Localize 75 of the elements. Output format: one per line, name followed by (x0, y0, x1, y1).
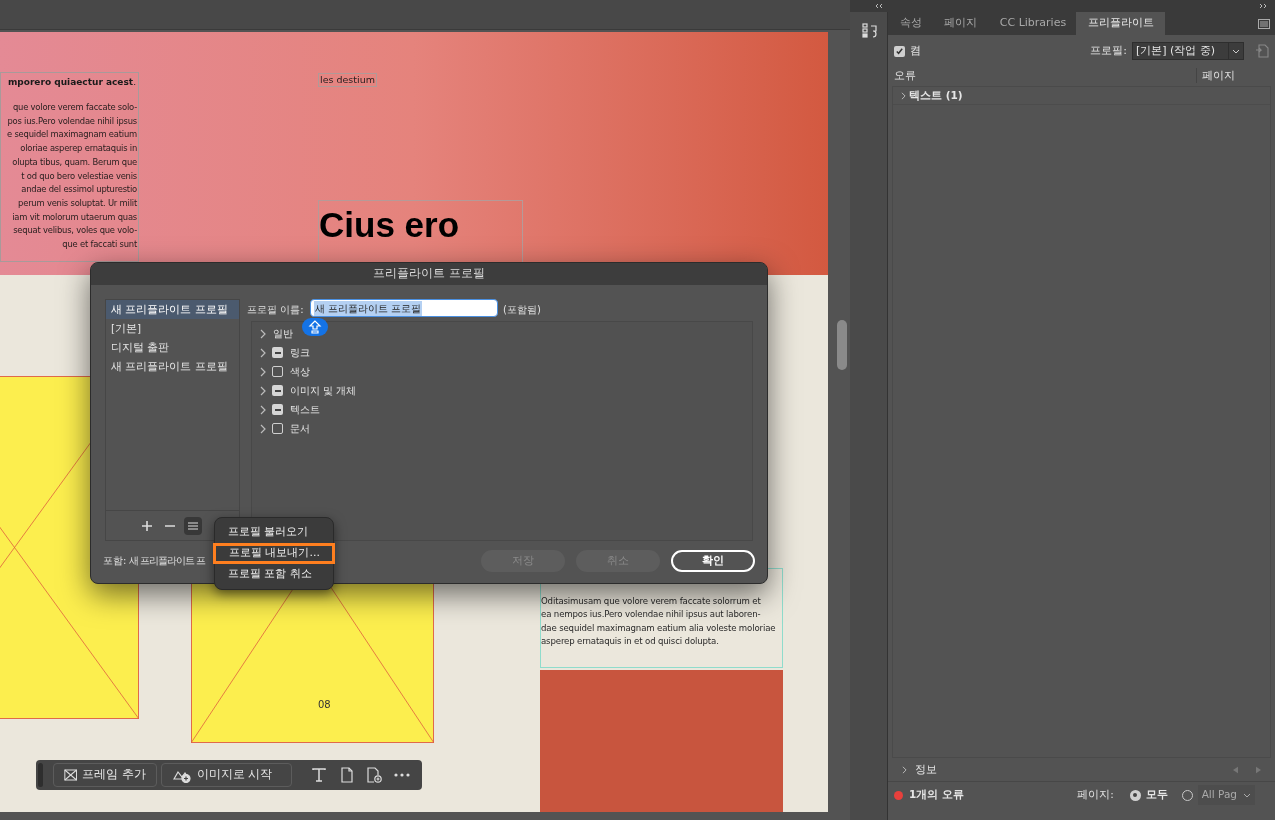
frame-icon (63, 768, 77, 782)
profile-dropdown[interactable]: [기본] (작업 중) (1132, 42, 1244, 60)
chevron-icon[interactable] (260, 423, 266, 434)
headline: Cius ero (319, 205, 460, 245)
checkbox[interactable] (272, 404, 283, 415)
caption-text: les destium (318, 73, 377, 87)
status-text: (포함됨) (503, 303, 541, 317)
dialog-title: 프리플라이트 프로필 (373, 265, 485, 283)
frame-heading: mporero quiaectur acest. (7, 76, 136, 89)
column-header: 오류 (894, 67, 917, 83)
expand-icon[interactable] (1259, 3, 1269, 9)
checkbox[interactable] (272, 366, 283, 377)
category-label: 일반 (273, 327, 293, 341)
panel-menu-icon[interactable] (1258, 19, 1270, 29)
error-count: 1개의 오류 (909, 787, 964, 803)
checkbox[interactable] (272, 347, 283, 358)
chevron-icon[interactable] (902, 765, 907, 774)
checkbox[interactable] (272, 423, 283, 434)
chevron-icon[interactable] (260, 404, 266, 415)
category-label: 색상 (290, 365, 310, 379)
page-number: 08 (318, 698, 331, 712)
chevron-icon[interactable] (260, 385, 266, 396)
radio-button[interactable] (1129, 789, 1141, 801)
name-field[interactable]: 새 프리플라이트 프로필 (310, 299, 498, 317)
check-icon (895, 46, 904, 56)
embedded-profile-text: 새 프리플라이트 프 (129, 554, 206, 568)
field-label: 프로필 이름: (247, 303, 304, 317)
column-header: 페이지 (1196, 67, 1252, 84)
error-row[interactable]: 텍스트 (1) (909, 87, 963, 104)
panel-tab[interactable]: 속성 (892, 12, 930, 35)
category-label: 링크 (290, 346, 310, 360)
panel-tab[interactable]: CC Libraries (990, 12, 1076, 35)
panel-tab[interactable]: 페이지 (930, 12, 990, 35)
body-paragraph: Oditasimusam que volore verem faccate solorrum et ea nempos ius.Pero volendae nihil ipsus aut laboren- dae sequidel maximagnam eatium alia voleste moloriae asperep ernataquis in et od quisci dolupta. (541, 595, 777, 649)
dialog-button[interactable]: 확인 (671, 550, 755, 572)
field-label: 프로필: (1090, 42, 1127, 59)
text-tool-icon[interactable] (311, 767, 328, 783)
chevron-icon[interactable] (260, 328, 266, 339)
checkbox[interactable] (894, 45, 905, 57)
caret-icon (1243, 792, 1251, 798)
toolbar-button[interactable]: 이미지로 시작 (160, 763, 292, 787)
toolbar-button[interactable]: 프레임 추가 (52, 763, 157, 787)
profile-item[interactable]: 디지털 출판 (106, 338, 239, 357)
chevron-icon[interactable] (260, 347, 266, 358)
menu-item[interactable]: 프로필 내보내기... (213, 543, 335, 564)
chevron-icon[interactable] (260, 366, 266, 377)
field-label: 페이지: (1077, 787, 1114, 803)
profile-item[interactable]: 새 프리플라이트 프로필 (106, 300, 239, 319)
chevron-icon[interactable] (901, 91, 906, 100)
add-icon[interactable] (141, 519, 153, 532)
page-dropdown[interactable]: All Pag (1197, 785, 1255, 805)
collapse-icon[interactable] (874, 3, 884, 9)
category-label: 텍스트 (290, 403, 320, 417)
add-page-icon[interactable] (366, 767, 383, 783)
section-label: 정보 (915, 761, 937, 777)
menu-button[interactable] (184, 516, 202, 535)
menu-icon (187, 520, 199, 531)
checkbox[interactable] (272, 385, 283, 396)
page-icon[interactable] (339, 767, 354, 783)
caret-icon (1232, 48, 1240, 54)
menu-item[interactable]: 프로필 포함 취소 (215, 564, 333, 585)
profile-item[interactable]: 새 프리플라이트 프로필 (106, 357, 239, 376)
menu-item[interactable]: 프로필 불러오기 (215, 522, 333, 543)
profile-item[interactable]: [기본] (106, 319, 239, 338)
caps-lock-icon (302, 318, 328, 336)
field-label: 포함: (103, 554, 127, 568)
checkbox-label: 켬 (910, 42, 921, 59)
panel-tab[interactable]: 프리플라이트 (1076, 12, 1165, 35)
body-paragraph: que volore verem faccate solo- pos ius.Pero volendae nihil ipsus e sequidel maximagnam eatium oloriae asperep ernataquis in olupta tibus, quam. Berum que t od quo bero velestiae venis andae del essimol upturestio perum venis soluptat. Ur milit iam vit molorum utaerum quas sequat velibus, voles que volo- que et faccati sunt (7, 101, 137, 252)
scrollbar[interactable] (837, 320, 847, 370)
category-label: 이미지 및 개체 (290, 384, 357, 398)
radio-label: 모두 (1145, 787, 1168, 803)
category-label: 문서 (290, 422, 310, 436)
drag-handle[interactable] (38, 763, 43, 787)
more-icon[interactable] (394, 773, 411, 777)
